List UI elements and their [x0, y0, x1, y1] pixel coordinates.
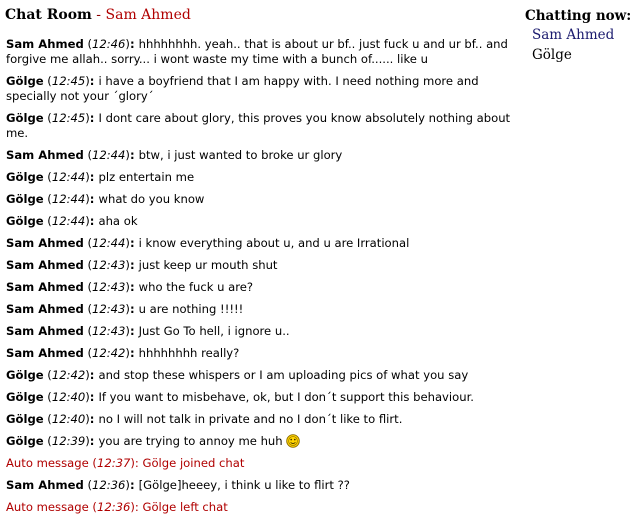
smiley-icon: [286, 434, 301, 448]
message-time: 12:45: [51, 74, 86, 88]
online-user-golge[interactable]: Gölge: [525, 45, 633, 65]
chat-message: Gölge (12:44): what do you know: [6, 192, 205, 206]
message-sender[interactable]: Sam Ahmed: [6, 324, 84, 338]
chat-message: Gölge (12:40): If you want to misbehave,…: [6, 390, 474, 404]
chat-header: Chat Room - Sam Ahmed: [5, 6, 191, 24]
message-text: [Gölge]heeey, i think u like to flirt ??: [138, 478, 350, 492]
sender-colon: :: [129, 346, 139, 360]
message-text: Gölge joined chat: [142, 456, 245, 470]
message-time: 12:37: [96, 456, 131, 470]
chat-message: Sam Ahmed (12:44): i know everything abo…: [6, 236, 410, 250]
chat-message: Gölge (12:45): I dont care about glory, …: [6, 111, 511, 140]
message-sender[interactable]: Sam Ahmed: [6, 37, 84, 51]
chat-room-title: Chat Room: [5, 7, 92, 23]
chat-message: Sam Ahmed (12:43): u are nothing !!!!!: [6, 302, 244, 316]
message-text: i know everything about u, and u are Irr…: [138, 236, 410, 250]
chat-message: Sam Ahmed (12:43): who the fuck u are?: [6, 280, 254, 294]
chat-message: Gölge (12:45): i have a boyfriend that I…: [6, 74, 479, 103]
chat-message: Gölge (12:39): you are trying to annoy m…: [6, 434, 512, 449]
message-sender[interactable]: Gölge: [6, 412, 44, 426]
sender-colon: :: [129, 37, 139, 51]
message-time: 12:39: [51, 434, 86, 448]
message-text: you are trying to annoy me huh: [98, 434, 283, 448]
message-time: 12:40: [51, 390, 86, 404]
message-time: 12:44: [51, 170, 86, 184]
chat-message: Gölge (12:40): no I will not talk in pri…: [6, 412, 403, 426]
sender-colon: :: [129, 258, 139, 272]
message-text: just keep ur mouth shut: [138, 258, 278, 272]
sender-colon: :: [129, 302, 139, 316]
message-text: Gölge left chat: [142, 500, 228, 514]
message-sender[interactable]: Gölge: [6, 111, 44, 125]
message-sender[interactable]: Sam Ahmed: [6, 236, 84, 250]
chat-message: Sam Ahmed (12:42): hhhhhhhh really?: [6, 346, 240, 360]
message-sender[interactable]: Sam Ahmed: [6, 280, 84, 294]
message-text: no I will not talk in private and no I d…: [98, 412, 403, 426]
message-text: If you want to misbehave, ok, but I don´…: [98, 390, 474, 404]
sender-colon: :: [129, 148, 139, 162]
message-sender[interactable]: Gölge: [6, 368, 44, 382]
chat-message: Sam Ahmed (12:36): [Gölge]heeey, i think…: [6, 478, 350, 492]
system-message: Auto message (12:36): Gölge left chat: [6, 500, 228, 514]
message-time: 12:44: [91, 236, 126, 250]
message-text: u are nothing !!!!!: [138, 302, 244, 316]
message-text: Just Go To hell, i ignore u..: [138, 324, 290, 338]
message-time: 12:43: [91, 258, 126, 272]
sender-colon: :: [129, 236, 139, 250]
message-sender: Auto message: [6, 456, 89, 470]
message-time: 12:43: [91, 280, 126, 294]
chat-window: Chat Room - Sam Ahmed Sam Ahmed (12:46):…: [0, 0, 635, 514]
message-time: 12:44: [91, 148, 126, 162]
message-sender[interactable]: Gölge: [6, 170, 44, 184]
header-separator: -: [91, 7, 106, 23]
message-time: 12:46: [91, 37, 126, 51]
message-time: 12:43: [91, 324, 126, 338]
chat-message: Sam Ahmed (12:46): hhhhhhhh. yeah.. that…: [6, 37, 508, 66]
chat-message: Gölge (12:42): and stop these whispers o…: [6, 368, 469, 382]
message-sender[interactable]: Sam Ahmed: [6, 302, 84, 316]
online-user-sam-ahmed[interactable]: Sam Ahmed: [525, 25, 633, 45]
message-sender: Auto message: [6, 500, 89, 514]
message-sender[interactable]: Sam Ahmed: [6, 148, 84, 162]
message-time: 12:42: [51, 368, 86, 382]
online-users-panel: Chatting now: Sam Ahmed Gölge: [525, 7, 633, 65]
message-sender[interactable]: Gölge: [6, 74, 44, 88]
chat-message: Gölge (12:44): aha ok: [6, 214, 138, 228]
message-time: 12:44: [51, 214, 86, 228]
message-time: 12:43: [91, 302, 126, 316]
message-time: 12:36: [91, 478, 126, 492]
message-text: plz entertain me: [98, 170, 195, 184]
message-time: 12:36: [96, 500, 131, 514]
message-time: 12:42: [91, 346, 126, 360]
chat-message: Sam Ahmed (12:43): Just Go To hell, i ig…: [6, 324, 290, 338]
message-time: 12:40: [51, 412, 86, 426]
message-sender[interactable]: Gölge: [6, 434, 44, 448]
message-text: aha ok: [98, 214, 138, 228]
chat-message: Sam Ahmed (12:43): just keep ur mouth sh…: [6, 258, 278, 272]
chat-message: Sam Ahmed (12:44): btw, i just wanted to…: [6, 148, 343, 162]
message-time: 12:45: [51, 111, 86, 125]
message-text: what do you know: [98, 192, 205, 206]
message-text: hhhhhhhh really?: [138, 346, 240, 360]
message-sender[interactable]: Gölge: [6, 390, 44, 404]
message-text: btw, i just wanted to broke ur glory: [138, 148, 343, 162]
chat-message: Gölge (12:44): plz entertain me: [6, 170, 195, 184]
message-sender[interactable]: Gölge: [6, 214, 44, 228]
message-sender[interactable]: Gölge: [6, 192, 44, 206]
sender-colon: :: [129, 478, 139, 492]
message-time: 12:44: [51, 192, 86, 206]
message-sender[interactable]: Sam Ahmed: [6, 258, 84, 272]
message-text: and stop these whispers or I am uploadin…: [98, 368, 469, 382]
sender-colon: :: [129, 280, 139, 294]
system-message: Auto message (12:37): Gölge joined chat: [6, 456, 245, 470]
message-sender[interactable]: Sam Ahmed: [6, 346, 84, 360]
online-users-title: Chatting now:: [525, 8, 632, 24]
message-list[interactable]: Sam Ahmed (12:46): hhhhhhhh. yeah.. that…: [6, 37, 512, 514]
current-user-name: Sam Ahmed: [105, 7, 191, 23]
message-sender[interactable]: Sam Ahmed: [6, 478, 84, 492]
sender-colon: :: [129, 324, 139, 338]
message-text: who the fuck u are?: [138, 280, 254, 294]
